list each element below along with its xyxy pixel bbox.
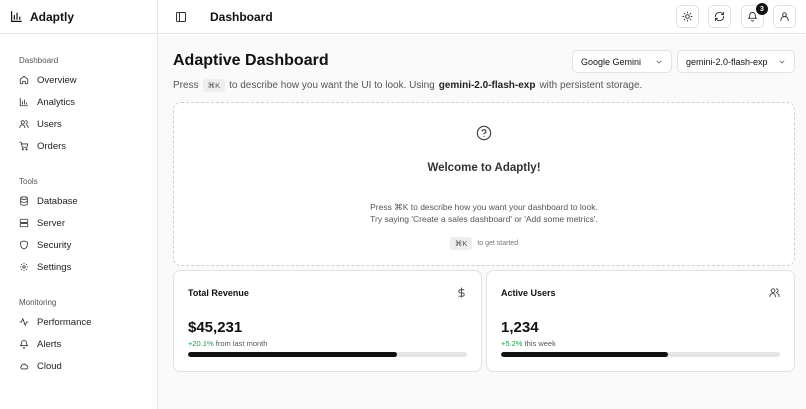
database-icon <box>20 196 28 206</box>
sidebar-item-label: Analytics <box>37 96 76 108</box>
dashboard-subtitle: Press ⌘K to describe how you want the UI… <box>173 79 642 92</box>
sidebar-item-performance[interactable]: Performance <box>19 311 91 333</box>
notifications-button[interactable]: 3 <box>741 3 768 28</box>
sidebar-toggle-icon <box>176 12 186 22</box>
welcome-hint: ⌘K to get started <box>174 237 794 250</box>
users-icon <box>19 120 29 129</box>
card-delta-text: this week <box>524 339 556 348</box>
subtitle-model: gemini-2.0-flash-exp <box>438 80 536 91</box>
metric-card-total-revenue: Total Revenue $45,231 +20.1% from last m… <box>173 270 482 372</box>
page-title: Dashboard <box>210 10 273 24</box>
card-title: Total Revenue <box>188 288 249 298</box>
bell-icon <box>19 339 29 349</box>
sidebar-item-label: Database <box>37 195 78 207</box>
welcome-suggestion: Try saying 'Create a sales dashboard' or… <box>370 214 598 224</box>
main-content: Adaptive Dashboard Press ⌘K to describe … <box>158 35 806 409</box>
provider-select-value: Google Gemini <box>581 56 642 67</box>
notification-badge: 3 <box>756 3 768 15</box>
users-icon <box>769 288 780 298</box>
shortcut-key: ⌘K <box>202 79 226 92</box>
sidebar-item-analytics[interactable]: Analytics <box>19 91 77 113</box>
sidebar-item-label: Alerts <box>37 338 62 350</box>
bar-chart-icon <box>11 11 22 22</box>
section-label: Monitoring <box>19 298 57 307</box>
sidebar-item-overview[interactable]: Overview <box>19 69 77 91</box>
welcome-panel: Welcome to Adaptly! Press ⌘K to describe… <box>173 102 795 266</box>
subtitle-suffix: with persistent storage. <box>539 80 643 91</box>
brand-name: Adaptly <box>30 9 75 24</box>
shield-icon <box>20 240 28 250</box>
sidebar-item-alerts[interactable]: Alerts <box>19 333 91 355</box>
metric-card-active-users: Active Users 1,234 +5.2% this week <box>486 270 795 372</box>
welcome-title: Welcome to Adaptly! <box>427 162 541 174</box>
hint-shortcut-key: ⌘K <box>449 237 473 250</box>
nav-section-tools: Tools Database Server Security Settings <box>0 176 78 278</box>
sidebar-item-orders[interactable]: Orders <box>19 135 77 157</box>
chevron-down-icon <box>779 60 785 64</box>
user-icon <box>780 12 789 22</box>
card-value: $45,231 <box>188 319 243 336</box>
topbar: Dashboard 3 <box>158 0 806 34</box>
model-select-value: gemini-2.0-flash-exp <box>686 56 768 67</box>
card-progress-fill <box>188 352 398 357</box>
cloud-icon <box>20 363 29 370</box>
card-progress-bar <box>501 352 780 357</box>
server-icon <box>19 218 29 228</box>
sidebar-item-label: Security <box>37 239 72 251</box>
hint-text: to get started <box>477 240 519 247</box>
sidebar-item-label: Performance <box>37 316 92 328</box>
sidebar-item-server[interactable]: Server <box>19 212 78 234</box>
sidebar-item-label: Cloud <box>37 360 62 372</box>
sidebar-item-label: Server <box>37 217 65 229</box>
home-icon <box>19 75 29 85</box>
sun-icon <box>682 11 693 22</box>
card-delta-value: +20.1% <box>188 339 214 348</box>
dollar-icon <box>458 287 465 298</box>
gear-icon <box>19 262 29 272</box>
theme-toggle-button[interactable] <box>676 5 699 28</box>
nav-section-dashboard: Dashboard Overview Analytics Users Order… <box>0 55 77 157</box>
sidebar-item-cloud[interactable]: Cloud <box>19 355 91 377</box>
subtitle-prefix: Press <box>173 80 199 91</box>
card-progress-bar <box>188 352 467 357</box>
activity-icon <box>19 318 29 326</box>
card-delta-value: +5.2% <box>501 339 523 348</box>
card-delta: +5.2% this week <box>501 339 556 348</box>
card-value: 1,234 <box>501 319 539 336</box>
nav-section-monitoring: Monitoring Performance Alerts Cloud <box>0 297 91 377</box>
sidebar-item-users[interactable]: Users <box>19 113 77 135</box>
dashboard-heading: Adaptive Dashboard <box>173 52 329 69</box>
card-progress-fill <box>501 352 669 357</box>
section-label: Dashboard <box>19 56 59 65</box>
sidebar-item-label: Overview <box>37 74 77 86</box>
card-title: Active Users <box>501 288 556 298</box>
chevron-down-icon <box>656 60 662 64</box>
sidebar: Adaptly Dashboard Overview Analytics Use… <box>0 0 158 409</box>
sidebar-item-settings[interactable]: Settings <box>19 256 78 278</box>
sidebar-item-label: Users <box>37 118 62 130</box>
refresh-button[interactable] <box>708 5 731 28</box>
bar-chart-icon <box>19 97 29 107</box>
section-label: Tools <box>19 177 38 186</box>
model-select[interactable]: gemini-2.0-flash-exp <box>677 50 795 73</box>
subtitle-middle: to describe how you want the UI to look.… <box>229 80 435 91</box>
card-delta: +20.1% from last month <box>188 339 267 348</box>
cart-icon <box>19 141 29 151</box>
sidebar-item-label: Settings <box>37 261 72 273</box>
welcome-instruction: Press ⌘K to describe how you want your d… <box>370 202 598 212</box>
sidebar-toggle-button[interactable] <box>175 11 187 23</box>
brand[interactable]: Adaptly <box>0 0 157 34</box>
user-menu-button[interactable] <box>773 5 796 28</box>
sidebar-item-label: Orders <box>37 140 67 152</box>
provider-select[interactable]: Google Gemini <box>572 50 672 73</box>
refresh-icon <box>714 11 725 22</box>
card-delta-text: from last month <box>215 339 268 348</box>
help-circle-icon <box>476 125 492 141</box>
sidebar-item-database[interactable]: Database <box>19 190 78 212</box>
sidebar-item-security[interactable]: Security <box>19 234 78 256</box>
